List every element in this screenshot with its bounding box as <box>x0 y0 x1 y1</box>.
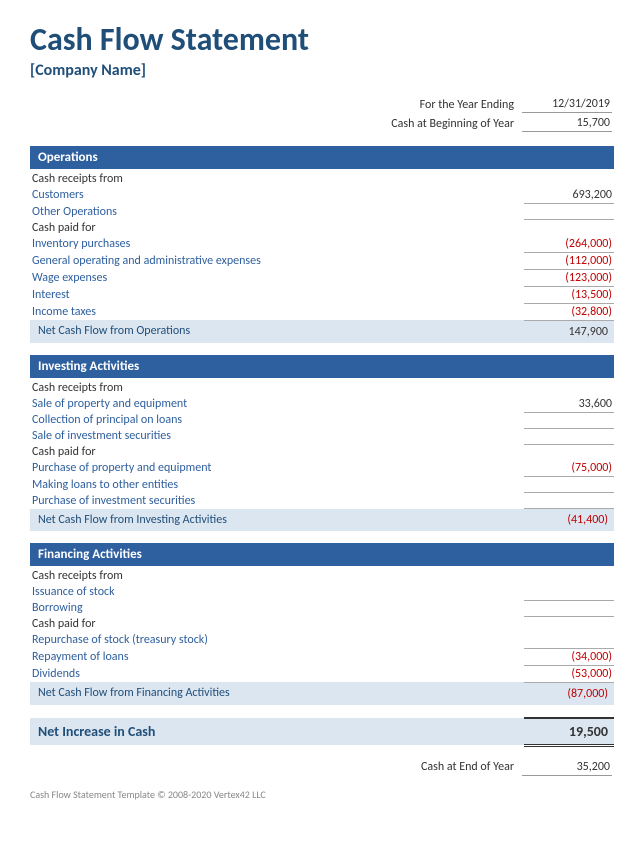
borrowing-value <box>524 600 614 616</box>
other-ops-value <box>524 204 614 220</box>
year-label: For the Year Ending <box>32 96 520 113</box>
wage-value: (123,000) <box>524 269 614 286</box>
financing-table: Cash receipts from Issuance of stock Bor… <box>30 568 614 705</box>
income-tax-value: (32,800) <box>524 303 614 320</box>
operations-table: Cash receipts from Customers 693,200 Oth… <box>30 171 614 343</box>
investing-net-label: Net Cash Flow from Investing Activities <box>30 509 524 532</box>
making-loans-value <box>524 477 614 493</box>
purchase-invest-label: Purchase of investment securities <box>30 493 524 509</box>
borrowing-label: Borrowing <box>30 600 524 616</box>
company-name: [Company Name] <box>30 61 614 80</box>
operations-header: Operations <box>30 146 614 169</box>
financing-receipts-label: Cash receipts from <box>30 568 524 584</box>
page-title: Cash Flow Statement <box>30 20 614 59</box>
net-increase-table: Net Increase in Cash 19,500 <box>30 717 614 747</box>
year-value: 12/31/2019 <box>522 96 612 113</box>
investing-net-value: (41,400) <box>524 509 614 532</box>
inventory-label: Inventory purchases <box>30 236 524 253</box>
investing-receipts-label: Cash receipts from <box>30 380 524 396</box>
footer-text: Cash Flow Statement Template © 2008-2020… <box>30 788 614 801</box>
other-ops-label: Other Operations <box>30 204 524 220</box>
dividends-value: (53,000) <box>524 665 614 682</box>
operations-paid-label: Cash paid for <box>30 220 524 236</box>
cash-end-label: Cash at End of Year <box>32 759 520 776</box>
income-tax-label: Income taxes <box>30 303 524 320</box>
investing-header: Investing Activities <box>30 355 614 378</box>
net-increase-label: Net Increase in Cash <box>30 718 524 746</box>
dividends-label: Dividends <box>30 665 524 682</box>
inventory-value: (264,000) <box>524 236 614 253</box>
customers-label: Customers <box>30 187 524 204</box>
purchase-prop-value: (75,000) <box>524 460 614 477</box>
cash-end-table: Cash at End of Year 35,200 <box>30 757 614 778</box>
customers-value: 693,200 <box>524 187 614 204</box>
net-increase-value: 19,500 <box>524 718 614 746</box>
financing-header: Financing Activities <box>30 543 614 566</box>
purchase-invest-value <box>524 493 614 509</box>
cash-end-value: 35,200 <box>522 759 612 776</box>
financing-net-value: (87,000) <box>524 682 614 705</box>
repurchase-label: Repurchase of stock (treasury stock) <box>30 632 524 648</box>
financing-net-label: Net Cash Flow from Financing Activities <box>30 682 524 705</box>
header-table: For the Year Ending 12/31/2019 Cash at B… <box>30 94 614 134</box>
sale-invest-value <box>524 428 614 444</box>
sale-invest-label: Sale of investment securities <box>30 428 524 444</box>
operations-net-label: Net Cash Flow from Operations <box>30 320 524 343</box>
issuance-value <box>524 584 614 600</box>
investing-table: Cash receipts from Sale of property and … <box>30 380 614 532</box>
cash-beginning-label: Cash at Beginning of Year <box>32 115 520 132</box>
sale-prop-value: 33,600 <box>524 396 614 413</box>
investing-paid-label: Cash paid for <box>30 444 524 460</box>
sale-prop-label: Sale of property and equipment <box>30 396 524 413</box>
operations-net-value: 147,900 <box>524 320 614 343</box>
general-label: General operating and administrative exp… <box>30 252 524 269</box>
repurchase-value <box>524 632 614 648</box>
cash-beginning-value: 15,700 <box>522 115 612 132</box>
operations-receipts-label: Cash receipts from <box>30 171 524 187</box>
financing-paid-label: Cash paid for <box>30 616 524 632</box>
collection-value <box>524 412 614 428</box>
wage-label: Wage expenses <box>30 269 524 286</box>
repayment-value: (34,000) <box>524 648 614 665</box>
issuance-label: Issuance of stock <box>30 584 524 600</box>
making-loans-label: Making loans to other entities <box>30 477 524 493</box>
collection-label: Collection of principal on loans <box>30 412 524 428</box>
interest-label: Interest <box>30 286 524 303</box>
general-value: (112,000) <box>524 252 614 269</box>
purchase-prop-label: Purchase of property and equipment <box>30 460 524 477</box>
interest-value: (13,500) <box>524 286 614 303</box>
repayment-label: Repayment of loans <box>30 648 524 665</box>
